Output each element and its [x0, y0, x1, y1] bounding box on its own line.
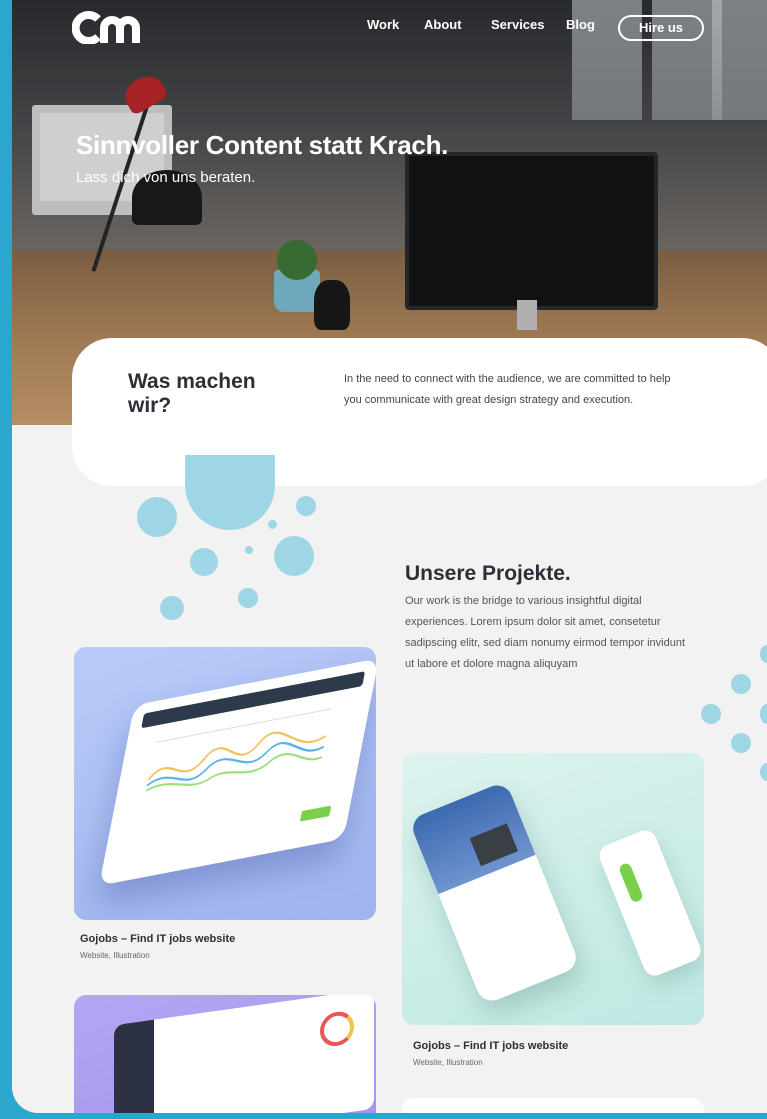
bubble: [185, 455, 275, 530]
nav-item-work[interactable]: Work: [367, 17, 399, 32]
project-card-dashboard[interactable]: [74, 995, 376, 1113]
project-card-gojobs-app[interactable]: [402, 753, 704, 1025]
project-dashboard-mockup: [114, 995, 374, 1113]
about-card: Was machen wir? In the need to connect w…: [72, 338, 767, 486]
bubble: [268, 520, 277, 529]
line-chart-icon: [145, 731, 327, 792]
project-category: Website, Illustration: [80, 951, 150, 960]
hire-us-button[interactable]: Hire us: [618, 15, 704, 41]
project-phone-mockup: [408, 780, 581, 1006]
bubble: [245, 546, 253, 554]
bubble: [238, 588, 258, 608]
project-tablet-mockup: [99, 658, 376, 886]
bubble: [731, 674, 751, 694]
bubble: [701, 704, 721, 724]
project-title[interactable]: Gojobs – Find IT jobs website: [80, 933, 235, 945]
donut-chart-icon: [320, 1009, 354, 1049]
nav-item-services[interactable]: Services: [491, 17, 545, 32]
hero-title: Sinnvoller Content statt Krach.: [76, 130, 449, 160]
nav-item-about[interactable]: About: [424, 17, 462, 32]
project-card-next[interactable]: [402, 1098, 704, 1113]
bubble: [190, 548, 218, 576]
bubble: [160, 596, 184, 620]
project-title[interactable]: Gojobs – Find IT jobs website: [413, 1040, 568, 1052]
bubble: [760, 645, 767, 663]
cm-logo-icon[interactable]: [72, 10, 152, 44]
bubble: [760, 763, 767, 781]
about-text: In the need to connect with the audience…: [344, 373, 671, 406]
bubble: [760, 704, 767, 724]
about-title: Was machen wir?: [128, 370, 256, 417]
bubble: [274, 536, 314, 576]
bubble: [137, 497, 177, 537]
project-card-gojobs[interactable]: [74, 647, 376, 920]
project-category: Website, Illustration: [413, 1058, 483, 1067]
project-phone-mockup-2: [595, 826, 704, 980]
hero-subtitle: Lass dich von uns beraten.: [76, 169, 256, 186]
bubble: [296, 496, 316, 516]
page-frame: Work About Services Blog Hire us Sinnvol…: [12, 0, 767, 1113]
bubble: [731, 733, 751, 753]
projects-text: Our work is the bridge to various insigh…: [405, 595, 686, 670]
projects-title: Unsere Projekte.: [405, 562, 571, 585]
nav-item-blog[interactable]: Blog: [566, 17, 595, 32]
